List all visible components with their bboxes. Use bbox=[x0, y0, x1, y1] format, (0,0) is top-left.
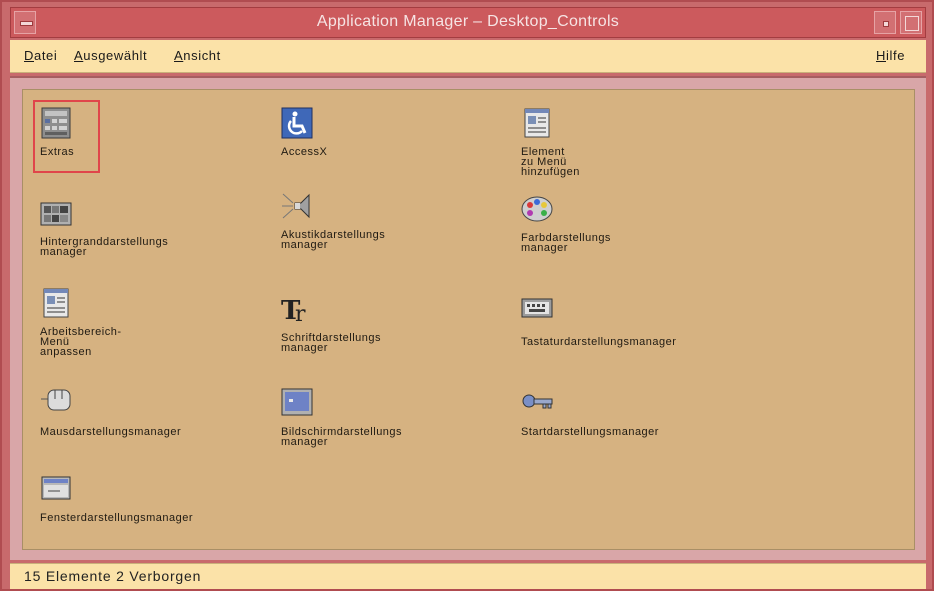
icon-label-window: Fensterdarstellungsmanager bbox=[40, 512, 194, 524]
add-menu-item-icon bbox=[524, 108, 550, 138]
speaker-icon bbox=[282, 193, 310, 219]
icon-label-extras: Extras bbox=[40, 146, 75, 158]
maximize-button[interactable] bbox=[900, 11, 922, 34]
mouse-icon bbox=[41, 389, 71, 411]
tools-panel-icon bbox=[41, 107, 71, 139]
icon-label-mouse: Mausdarstellungsmanager bbox=[40, 426, 182, 438]
menu-hilfe-mnemonic: H bbox=[876, 48, 886, 63]
icon-label-font: Schriftdarstellungs manager bbox=[281, 332, 381, 354]
icon-label-backdrop: Hintergranddarstellungs manager bbox=[40, 236, 169, 258]
menu-hilfe[interactable]: Hilfe bbox=[876, 48, 905, 63]
backdrop-icon bbox=[40, 202, 72, 226]
menu-datei-mnemonic: D bbox=[24, 48, 34, 63]
menu-datei[interactable]: Datei bbox=[24, 48, 57, 63]
icon-view[interactable]: Extras AccessX Element zu Menü hinzufüge… bbox=[22, 89, 915, 550]
menu-ansicht-label: nsicht bbox=[183, 48, 221, 63]
workspace-menu-icon bbox=[43, 288, 69, 318]
window-title: Application Manager – Desktop_Controls bbox=[316, 13, 620, 30]
title-bar[interactable]: Application Manager – Desktop_Controls bbox=[10, 7, 926, 38]
icon-label-workspace-menu: Arbeitsbereich-Menü anpassen bbox=[40, 326, 122, 358]
icon-label-accessx: AccessX bbox=[281, 146, 328, 158]
status-bar: 15 Elemente 2 Verborgen bbox=[10, 563, 926, 589]
icon-label-color: Farbdarstellungs manager bbox=[521, 232, 611, 254]
icon-label-keyboard: Tastaturdarstellungsmanager bbox=[521, 336, 677, 348]
menu-hilfe-label: ilfe bbox=[886, 48, 906, 63]
font-icon: T r bbox=[281, 296, 306, 325]
keyboard-icon bbox=[521, 298, 553, 318]
color-palette-icon bbox=[521, 196, 553, 222]
window-icon bbox=[41, 476, 71, 500]
menu-ausgewaehlt-mnemonic: A bbox=[74, 48, 84, 63]
screen-icon bbox=[281, 388, 313, 416]
startup-key-icon bbox=[522, 394, 553, 409]
menu-ausgewaehlt-label: usgewählt bbox=[83, 48, 148, 63]
icon-label-screen: Bildschirmdarstellungs manager bbox=[281, 426, 403, 448]
icon-label-audio: Akustikdarstellungs manager bbox=[281, 229, 386, 251]
menu-ansicht-mnemonic: A bbox=[174, 48, 184, 63]
status-text: 15 Elemente 2 Verborgen bbox=[24, 568, 202, 584]
menu-datei-label: atei bbox=[34, 48, 58, 63]
accessibility-icon bbox=[281, 107, 313, 139]
application-manager-window: Application Manager – Desktop_Controls D… bbox=[0, 0, 934, 591]
menu-ansicht[interactable]: Ansicht bbox=[174, 48, 221, 63]
menu-bar: Datei Ausgewählt Ansicht Hilfe bbox=[10, 40, 926, 73]
icon-label-add-menu: Element zu Menü hinzufügen bbox=[521, 146, 580, 178]
icon-label-startup: Startdarstellungsmanager bbox=[521, 426, 659, 438]
svg-text:r: r bbox=[295, 302, 306, 325]
menu-ausgewaehlt[interactable]: Ausgewählt bbox=[74, 48, 147, 63]
minimize-button[interactable] bbox=[874, 11, 896, 34]
